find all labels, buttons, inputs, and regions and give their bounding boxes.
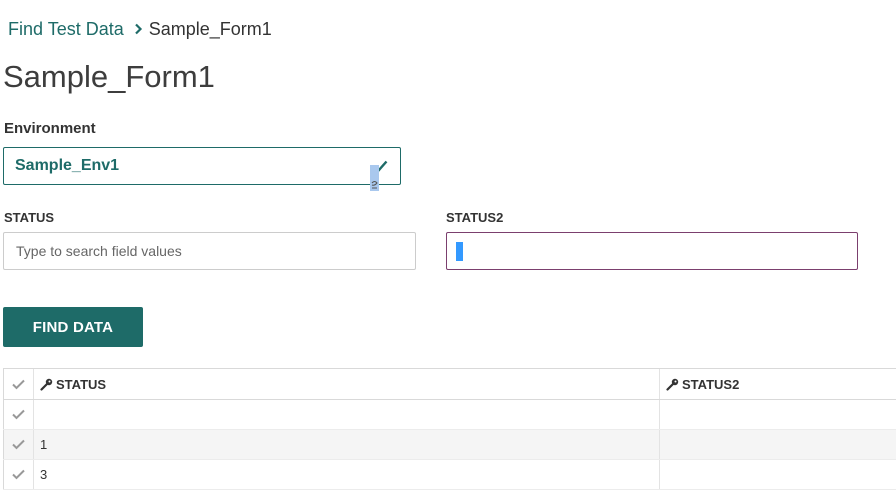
- key-icon: [666, 378, 679, 391]
- column-header-label: STATUS: [56, 376, 107, 392]
- table-cell-status2: [660, 400, 896, 429]
- breadcrumb-link-find-test-data[interactable]: Find Test Data: [8, 18, 124, 40]
- row-select-checkbox[interactable]: [3, 460, 34, 489]
- status2-label: STATUS2: [446, 210, 504, 225]
- status-label: STATUS: [4, 210, 55, 225]
- select-all-checkbox[interactable]: [3, 369, 34, 399]
- text-cursor-icon: [370, 165, 379, 191]
- key-icon: [40, 378, 53, 391]
- results-table: STATUS STATUS2 1 3: [3, 368, 896, 490]
- row-select-checkbox[interactable]: [3, 430, 34, 459]
- table-header-row: STATUS STATUS2: [3, 369, 896, 400]
- environment-select[interactable]: Sample_Env1: [3, 147, 401, 185]
- status2-search-input[interactable]: [446, 232, 858, 270]
- check-icon: [12, 379, 25, 389]
- column-header-label: STATUS2: [682, 376, 740, 392]
- text-caret: [456, 242, 463, 261]
- column-header-status[interactable]: STATUS: [34, 369, 660, 399]
- environment-label: Environment: [4, 120, 96, 137]
- row-select-checkbox[interactable]: [3, 400, 34, 429]
- chevron-right-icon: [134, 23, 143, 35]
- check-icon: [12, 409, 25, 420]
- breadcrumb: Find Test Data Sample_Form1: [8, 18, 272, 40]
- status-search-input[interactable]: [3, 232, 416, 270]
- table-cell-status: [34, 400, 660, 429]
- page: Find Test Data Sample_Form1 Sample_Form1…: [0, 0, 896, 493]
- page-title: Sample_Form1: [3, 59, 215, 94]
- table-cell-status2: [660, 430, 896, 459]
- table-cell-status: 1: [34, 430, 660, 459]
- breadcrumb-current: Sample_Form1: [148, 19, 272, 39]
- table-row[interactable]: 3: [3, 460, 896, 490]
- check-icon: [12, 439, 25, 450]
- table-row[interactable]: 1: [3, 430, 896, 460]
- find-data-button[interactable]: FIND DATA: [3, 307, 143, 347]
- table-cell-status: 3: [34, 460, 660, 489]
- table-row[interactable]: [3, 400, 896, 430]
- table-cell-status2: [660, 460, 896, 489]
- check-icon: [12, 469, 25, 480]
- column-header-status2[interactable]: STATUS2: [660, 369, 896, 399]
- environment-selected-value: Sample_Env1: [15, 157, 120, 174]
